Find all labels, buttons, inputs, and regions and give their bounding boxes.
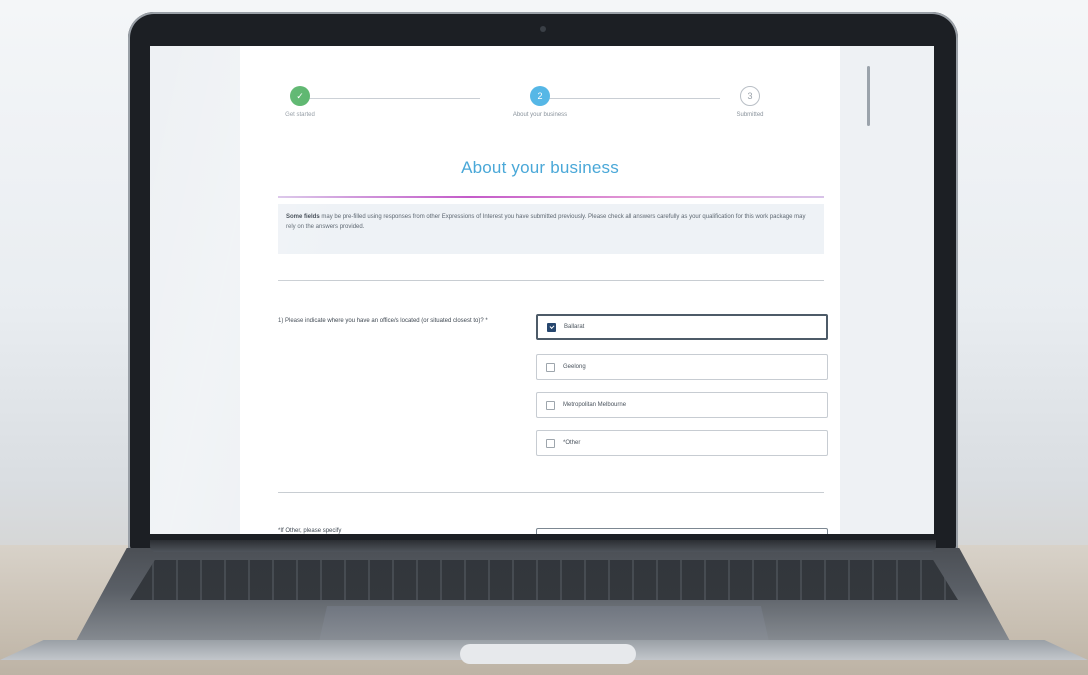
laptop-hinge (150, 540, 936, 552)
step-number: 3 (740, 86, 760, 106)
step-number: 2 (530, 86, 550, 106)
page-title: About your business (461, 158, 619, 177)
option-label: Ballarat (564, 324, 585, 330)
question-2-label: *If Other, please specify (278, 528, 342, 534)
option-label: Metropolitan Melbourne (563, 402, 627, 408)
question-1-label: 1) Please indicate where you have an off… (278, 318, 488, 324)
progress-stepper: ✓ Get started 2 About your business 3 Su… (240, 86, 840, 146)
checkbox-checked-icon[interactable] (547, 322, 556, 332)
step-get-started: ✓ Get started (240, 86, 360, 118)
section-divider (278, 492, 824, 493)
option-other[interactable]: *Other (536, 430, 828, 456)
info-text: may be pre-filled using responses from o… (286, 214, 806, 230)
checkbox-icon[interactable] (546, 362, 555, 372)
step-label: Get started (285, 112, 315, 118)
option-ballarat[interactable]: Ballarat (536, 314, 828, 340)
step-label: About your business (512, 112, 568, 118)
lid-notch (460, 644, 636, 664)
step-label: Submitted (736, 112, 764, 118)
info-notice: Some fields may be pre-filled using resp… (278, 204, 824, 254)
webcam (540, 26, 546, 32)
checkbox-icon[interactable] (546, 438, 555, 448)
option-geelong[interactable]: Geelong (536, 354, 828, 380)
option-metropolitan-melbourne[interactable]: Metropolitan Melbourne (536, 392, 828, 418)
option-label: *Other (563, 440, 581, 446)
checkbox-icon[interactable] (546, 400, 555, 410)
form-page: ✓ Get started 2 About your business 3 Su… (240, 46, 840, 534)
laptop-lid: ✓ Get started 2 About your business 3 Su… (128, 12, 958, 552)
option-label: Geelong (563, 364, 586, 370)
scrollbar-thumb[interactable] (867, 66, 870, 126)
title-divider (278, 196, 824, 198)
laptop-screen: ✓ Get started 2 About your business 3 Su… (150, 46, 934, 534)
step-submitted: 3 Submitted (690, 86, 810, 118)
check-icon: ✓ (290, 86, 310, 106)
keyboard (130, 560, 958, 600)
info-lead: Some fields (286, 214, 320, 220)
other-specify-input[interactable] (536, 528, 828, 534)
step-about-business: 2 About your business (480, 86, 600, 118)
section-divider (278, 280, 824, 281)
